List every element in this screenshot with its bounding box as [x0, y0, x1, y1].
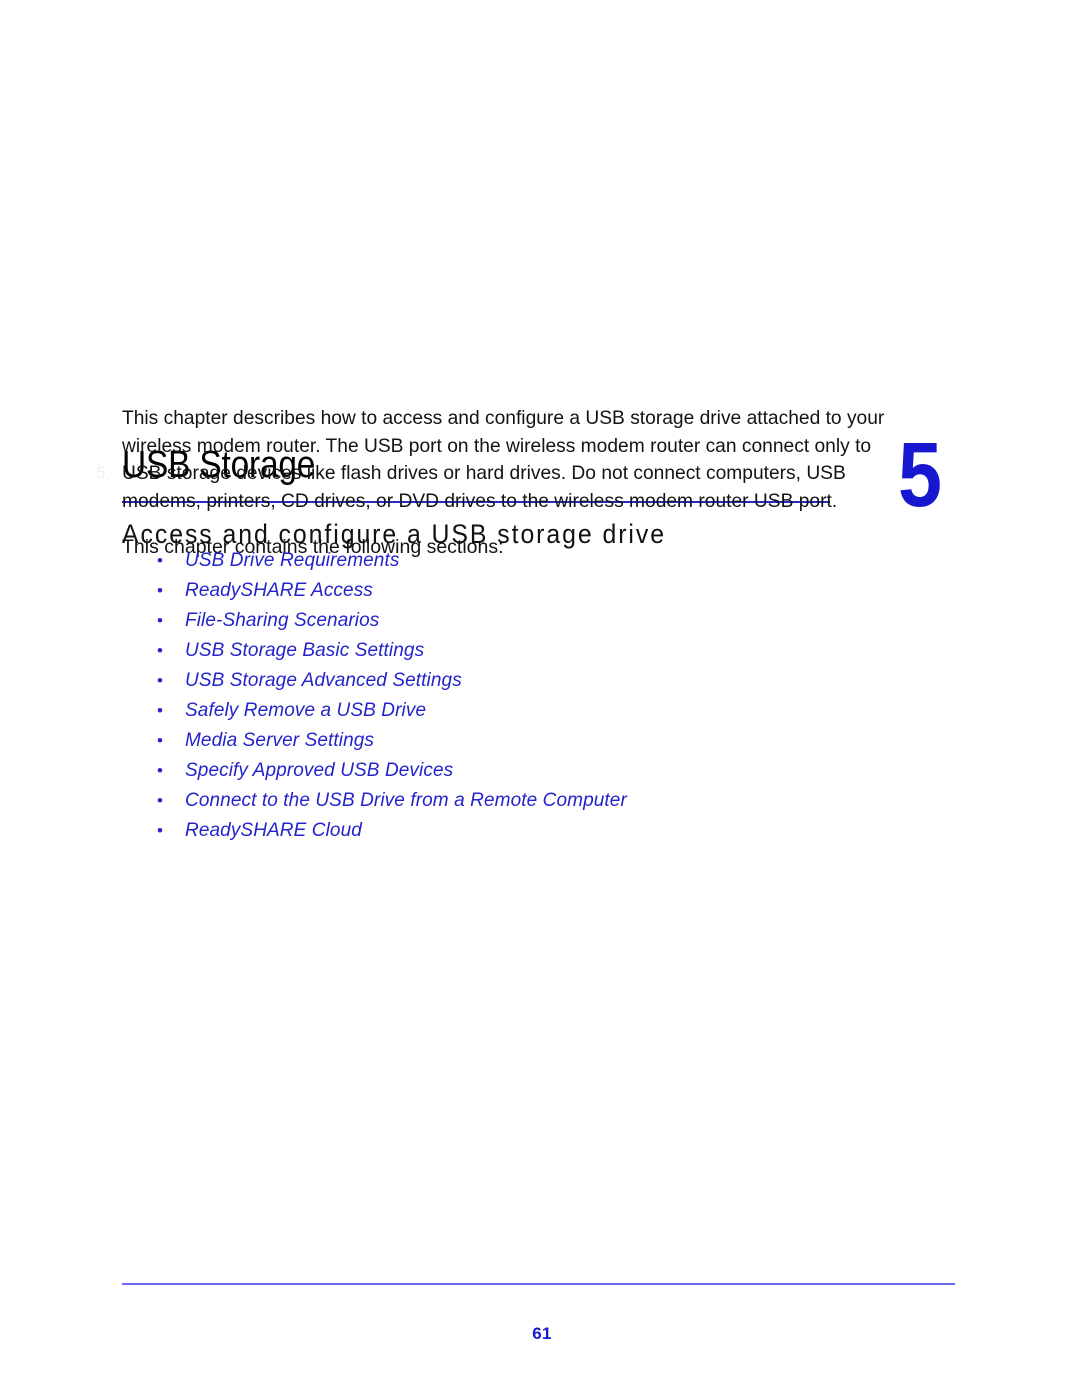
bullet-icon: •: [157, 551, 163, 570]
section-link-media-server-settings[interactable]: Media Server Settings: [185, 730, 374, 751]
bullet-icon: •: [157, 641, 163, 660]
section-link-list: • USB Drive Requirements • ReadySHARE Ac…: [122, 546, 922, 846]
page-number: 61: [0, 1324, 1080, 1344]
bullet-icon: •: [157, 701, 163, 720]
section-link-readyshare-cloud[interactable]: ReadySHARE Cloud: [185, 820, 362, 841]
section-link-usb-storage-advanced-settings[interactable]: USB Storage Advanced Settings: [185, 670, 462, 691]
bullet-icon: •: [157, 731, 163, 750]
list-item[interactable]: • ReadySHARE Cloud: [122, 816, 922, 846]
list-item[interactable]: • USB Storage Basic Settings: [122, 636, 922, 666]
bullet-icon: •: [157, 671, 163, 690]
footer-divider: [122, 1283, 955, 1285]
bullet-icon: •: [157, 581, 163, 600]
list-item[interactable]: • Safely Remove a USB Drive: [122, 696, 922, 726]
list-item[interactable]: • USB Drive Requirements: [122, 546, 922, 576]
section-link-file-sharing-scenarios[interactable]: File-Sharing Scenarios: [185, 610, 379, 631]
list-item[interactable]: • ReadySHARE Access: [122, 576, 922, 606]
section-link-connect-to-the-usb-drive-from-a-remote-computer[interactable]: Connect to the USB Drive from a Remote C…: [185, 790, 627, 811]
bullet-icon: •: [157, 761, 163, 780]
section-link-usb-drive-requirements[interactable]: USB Drive Requirements: [185, 550, 399, 571]
document-page: 5. USB Storage Access and configure a US…: [0, 0, 1080, 1397]
bullet-icon: •: [157, 821, 163, 840]
bullet-icon: •: [157, 791, 163, 810]
section-link-specify-approved-usb-devices[interactable]: Specify Approved USB Devices: [185, 760, 453, 781]
list-item[interactable]: • Connect to the USB Drive from a Remote…: [122, 786, 922, 816]
list-item[interactable]: • File-Sharing Scenarios: [122, 606, 922, 636]
page-number-value: 61: [532, 1324, 552, 1343]
chapter-header: 5. USB Storage Access and configure a US…: [0, 218, 1080, 549]
section-link-readyshare-access[interactable]: ReadySHARE Access: [185, 580, 373, 601]
list-item[interactable]: • Specify Approved USB Devices: [122, 756, 922, 786]
section-link-usb-storage-basic-settings[interactable]: USB Storage Basic Settings: [185, 640, 424, 661]
chapter-intro: This chapter describes how to access and…: [122, 405, 912, 562]
intro-paragraph: This chapter describes how to access and…: [122, 407, 885, 512]
list-item[interactable]: • Media Server Settings: [122, 726, 922, 756]
margin-chapter-mark: 5.: [96, 463, 112, 482]
list-item[interactable]: • USB Storage Advanced Settings: [122, 666, 922, 696]
section-link-safely-remove-a-usb-drive[interactable]: Safely Remove a USB Drive: [185, 700, 426, 721]
bullet-icon: •: [157, 611, 163, 630]
